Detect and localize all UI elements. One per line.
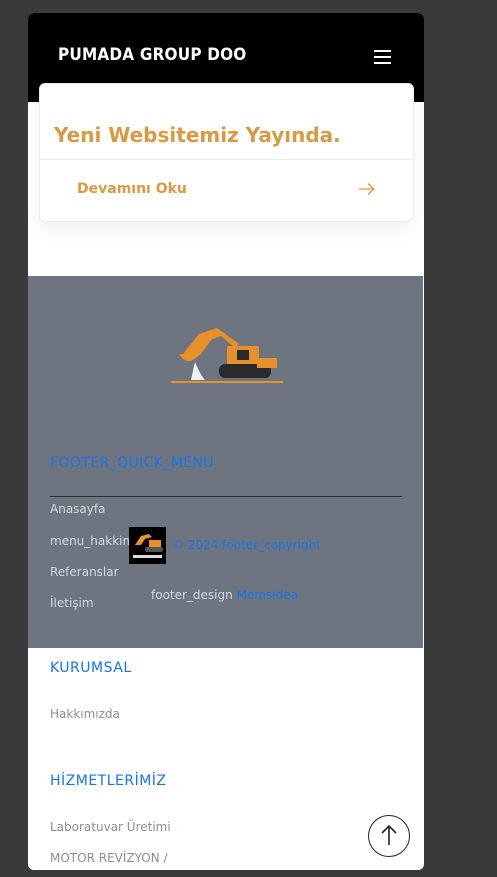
- footer-link-referanslar[interactable]: Referanslar: [50, 565, 119, 579]
- page-viewport: PUMADA GROUP DOO Yeni Websitemiz Yayında…: [28, 13, 424, 870]
- quick-menu-title: FOOTER_QUICK_MENU: [50, 455, 215, 471]
- copyright-text: © 2024 footer_copyright: [172, 538, 321, 552]
- footer-design-link[interactable]: Memsidea: [237, 588, 298, 602]
- arrow-right-icon[interactable]: [358, 182, 376, 196]
- footer-design-label: footer_design: [151, 588, 233, 602]
- brand-logo-text[interactable]: PUMADA GROUP DOO: [58, 45, 246, 65]
- card-divider: [40, 159, 413, 160]
- news-card: Yeni Websitemiz Yayında. Devamını Oku: [39, 83, 414, 222]
- kurumsal-title: KURUMSAL: [50, 660, 132, 676]
- quick-menu-divider: [50, 496, 402, 497]
- read-more-link[interactable]: Devamını Oku: [77, 181, 187, 197]
- excavator-logo-icon[interactable]: [171, 324, 283, 388]
- footer-design-credit: footer_design Memsidea: [151, 588, 298, 602]
- link-hakkimizda[interactable]: Hakkımızda: [50, 707, 120, 721]
- footer-dark-section: FOOTER_QUICK_MENU Anasayfa menu_hakkimiz…: [28, 276, 423, 648]
- hamburger-menu-icon[interactable]: [374, 50, 391, 64]
- scroll-to-top-button[interactable]: [368, 815, 410, 857]
- link-motor-revizyon[interactable]: MOTOR REVİZYON /: [50, 851, 168, 865]
- news-card-title[interactable]: Yeni Websitemiz Yayında.: [54, 123, 341, 147]
- link-laboratuvar-uretimi[interactable]: Laboratuvar Üretimi: [50, 820, 171, 834]
- footer-link-iletisim[interactable]: İletişim: [50, 596, 94, 610]
- footer-link-anasayfa[interactable]: Anasayfa: [50, 502, 105, 516]
- footer-brand-logo-icon: [129, 527, 166, 564]
- hizmetlerimiz-title: HİZMETLERİMİZ: [50, 773, 167, 789]
- arrow-up-icon: [381, 824, 397, 845]
